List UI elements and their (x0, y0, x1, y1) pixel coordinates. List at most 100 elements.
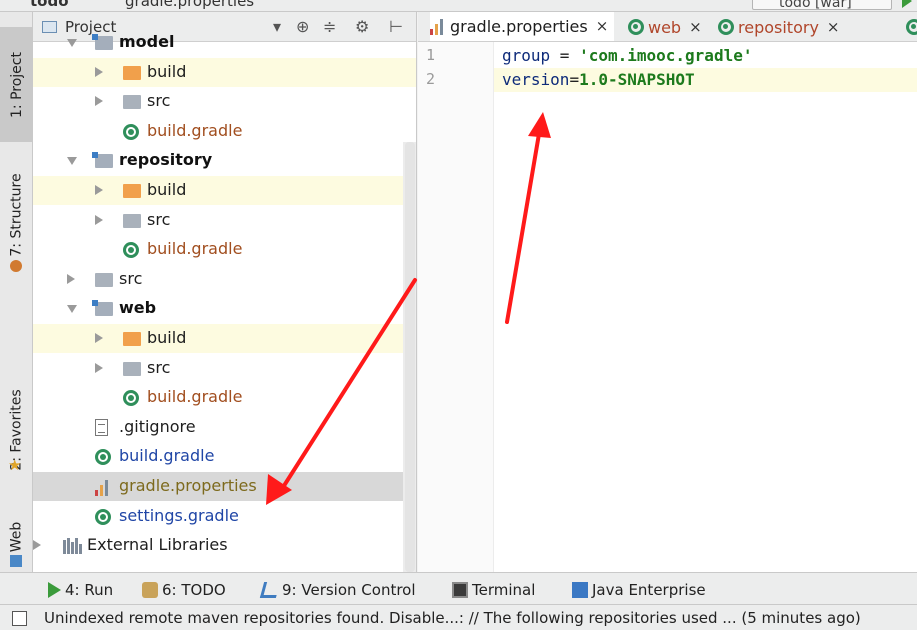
close-icon[interactable]: × (827, 18, 840, 36)
gradle-icon (718, 19, 734, 35)
module-folder-icon (92, 300, 113, 317)
chevron-right-icon[interactable] (95, 185, 103, 195)
tree-item-src[interactable]: src (33, 87, 416, 116)
chevron-down-icon[interactable] (67, 39, 77, 47)
editor-area: gradle.properties × web × repository × 1 2 gr… (418, 12, 917, 572)
folder-icon (123, 361, 141, 376)
tree-item-web[interactable]: web (33, 294, 416, 323)
folder-icon (123, 332, 141, 346)
editor-tab-repository[interactable]: repository × (718, 12, 845, 41)
left-tool-strip: 1: Project 7: Structure 2: Favorites Web… (0, 12, 33, 572)
code-editor[interactable]: group = 'com.imooc.gradle' version=1.0-S… (494, 42, 917, 572)
status-bar: Unindexed remote maven repositories foun… (0, 604, 917, 630)
line-number: 1 (426, 46, 436, 64)
tree-item-src[interactable]: src (33, 265, 416, 294)
chevron-right-icon[interactable] (95, 333, 103, 343)
java-enterprise-icon (572, 582, 588, 598)
run-icon (48, 582, 61, 598)
tool-window-java-enterprise[interactable]: Java Enterprise (572, 580, 706, 600)
folder-icon (123, 213, 141, 228)
code-line-2[interactable]: version=1.0-SNAPSHOT (494, 68, 917, 92)
more-tabs-icon[interactable] (906, 19, 917, 35)
tree-item-src[interactable]: src (33, 206, 416, 235)
tree-item-label: repository (119, 150, 213, 170)
tree-item-model[interactable]: model (33, 28, 416, 57)
chevron-down-icon[interactable] (67, 305, 77, 314)
tool-window-9-version-control[interactable]: 9: Version Control (259, 580, 416, 600)
properties-file-icon (430, 17, 446, 35)
tree-item-label: build.gradle (147, 387, 243, 407)
tree-item-label: build (147, 328, 187, 347)
property-key: version (502, 70, 570, 89)
property-separator: = (550, 46, 580, 65)
tree-item-label: build (147, 61, 187, 81)
tree-item-build-gradle[interactable]: build.gradle (33, 235, 416, 264)
todo-icon (142, 582, 158, 598)
tree-item-build-gradle[interactable]: build.gradle (33, 117, 416, 146)
chevron-right-icon[interactable] (95, 96, 103, 107)
code-line-1[interactable]: group = 'com.imooc.gradle' (494, 44, 917, 68)
tree-item-external-libraries[interactable]: External Libraries (33, 531, 416, 560)
editor-tab-label: gradle.properties (450, 16, 588, 36)
editor-tab-label: web (648, 17, 682, 37)
close-icon[interactable]: × (596, 17, 609, 35)
tree-item-label: External Libraries (87, 535, 228, 555)
breadcrumb-file[interactable]: gradle.properties (125, 0, 254, 10)
property-value: 'com.imooc.gradle' (579, 46, 753, 65)
tool-window-label: 9: Version Control (282, 581, 416, 599)
tree-item-label: build (147, 180, 187, 199)
scrollbar-thumb[interactable] (405, 142, 415, 572)
tree-item-settings-gradle[interactable]: settings.gradle (33, 502, 416, 531)
tool-tab-structure-label: 7: Structure (8, 173, 25, 257)
tool-window-terminal[interactable]: Terminal (452, 580, 535, 600)
tree-item-gitignore[interactable]: .gitignore (33, 413, 416, 442)
tool-window-label: Terminal (472, 581, 536, 599)
chevron-right-icon[interactable] (67, 273, 75, 284)
tree-item-build-gradle[interactable]: build.gradle (33, 383, 416, 412)
chevron-right-icon[interactable] (95, 362, 103, 373)
tree-item-label: src (147, 91, 171, 111)
tree-item-build-gradle[interactable]: build.gradle (33, 442, 416, 471)
run-configuration-select[interactable]: todo [war] (752, 0, 892, 11)
toggle-tool-windows-icon[interactable] (12, 611, 27, 626)
tree-item-repository[interactable]: repository (33, 146, 416, 175)
chevron-right-icon[interactable] (95, 214, 103, 225)
tool-window-6-todo[interactable]: 6: TODO (142, 580, 226, 600)
tree-item-label: src (147, 209, 171, 229)
run-icon[interactable] (902, 0, 912, 8)
chevron-right-icon[interactable] (95, 66, 103, 77)
editor-tab-gradle-properties[interactable]: gradle.properties × (430, 12, 615, 41)
tree-item-build[interactable]: build (33, 57, 416, 87)
gradle-icon (95, 508, 111, 525)
tool-tab-project[interactable]: 1: Project (0, 27, 33, 142)
property-key: group (502, 46, 551, 65)
tree-item-build[interactable]: build (33, 176, 416, 205)
chevron-down-icon[interactable] (67, 157, 77, 166)
tree-item-label: build.gradle (119, 446, 215, 466)
property-separator: = (569, 70, 580, 89)
tool-window-label: 6: TODO (162, 581, 226, 599)
star-icon: ★ (8, 456, 22, 474)
tree-item-src[interactable]: src (33, 354, 416, 383)
status-message[interactable]: Unindexed remote maven repositories foun… (44, 609, 861, 627)
tree-item-build[interactable]: build (33, 324, 416, 353)
tree-item-gradle-properties[interactable]: gradle.properties (33, 472, 416, 501)
tool-tab-structure[interactable]: 7: Structure (0, 155, 33, 275)
navigation-bar: todo gradle.properties todo [war] (0, 0, 917, 12)
tool-window-4-run[interactable]: 4: Run (48, 580, 113, 600)
close-icon[interactable]: × (689, 18, 702, 36)
chevron-right-icon[interactable] (33, 540, 41, 551)
tool-tab-project-label: 1: Project (8, 51, 25, 118)
folder-icon (123, 95, 141, 110)
bottom-tool-bar: 4: Run 6: TODO 9: Version Control Terminal J… (0, 572, 917, 604)
tree-item-label: build.gradle (147, 120, 243, 140)
project-tree-scrollbar[interactable] (403, 142, 416, 572)
ide-window: { "topbar": { "project_name": "todo", "b… (0, 0, 917, 630)
tree-item-label: .gitignore (119, 416, 196, 436)
tree-item-label: src (119, 268, 143, 288)
tree-item-label: settings.gradle (119, 505, 239, 525)
tree-item-label: gradle.properties (119, 476, 257, 495)
breadcrumb-project[interactable]: todo (30, 0, 69, 10)
gradle-icon (123, 123, 139, 140)
editor-tab-web[interactable]: web × (628, 12, 708, 41)
